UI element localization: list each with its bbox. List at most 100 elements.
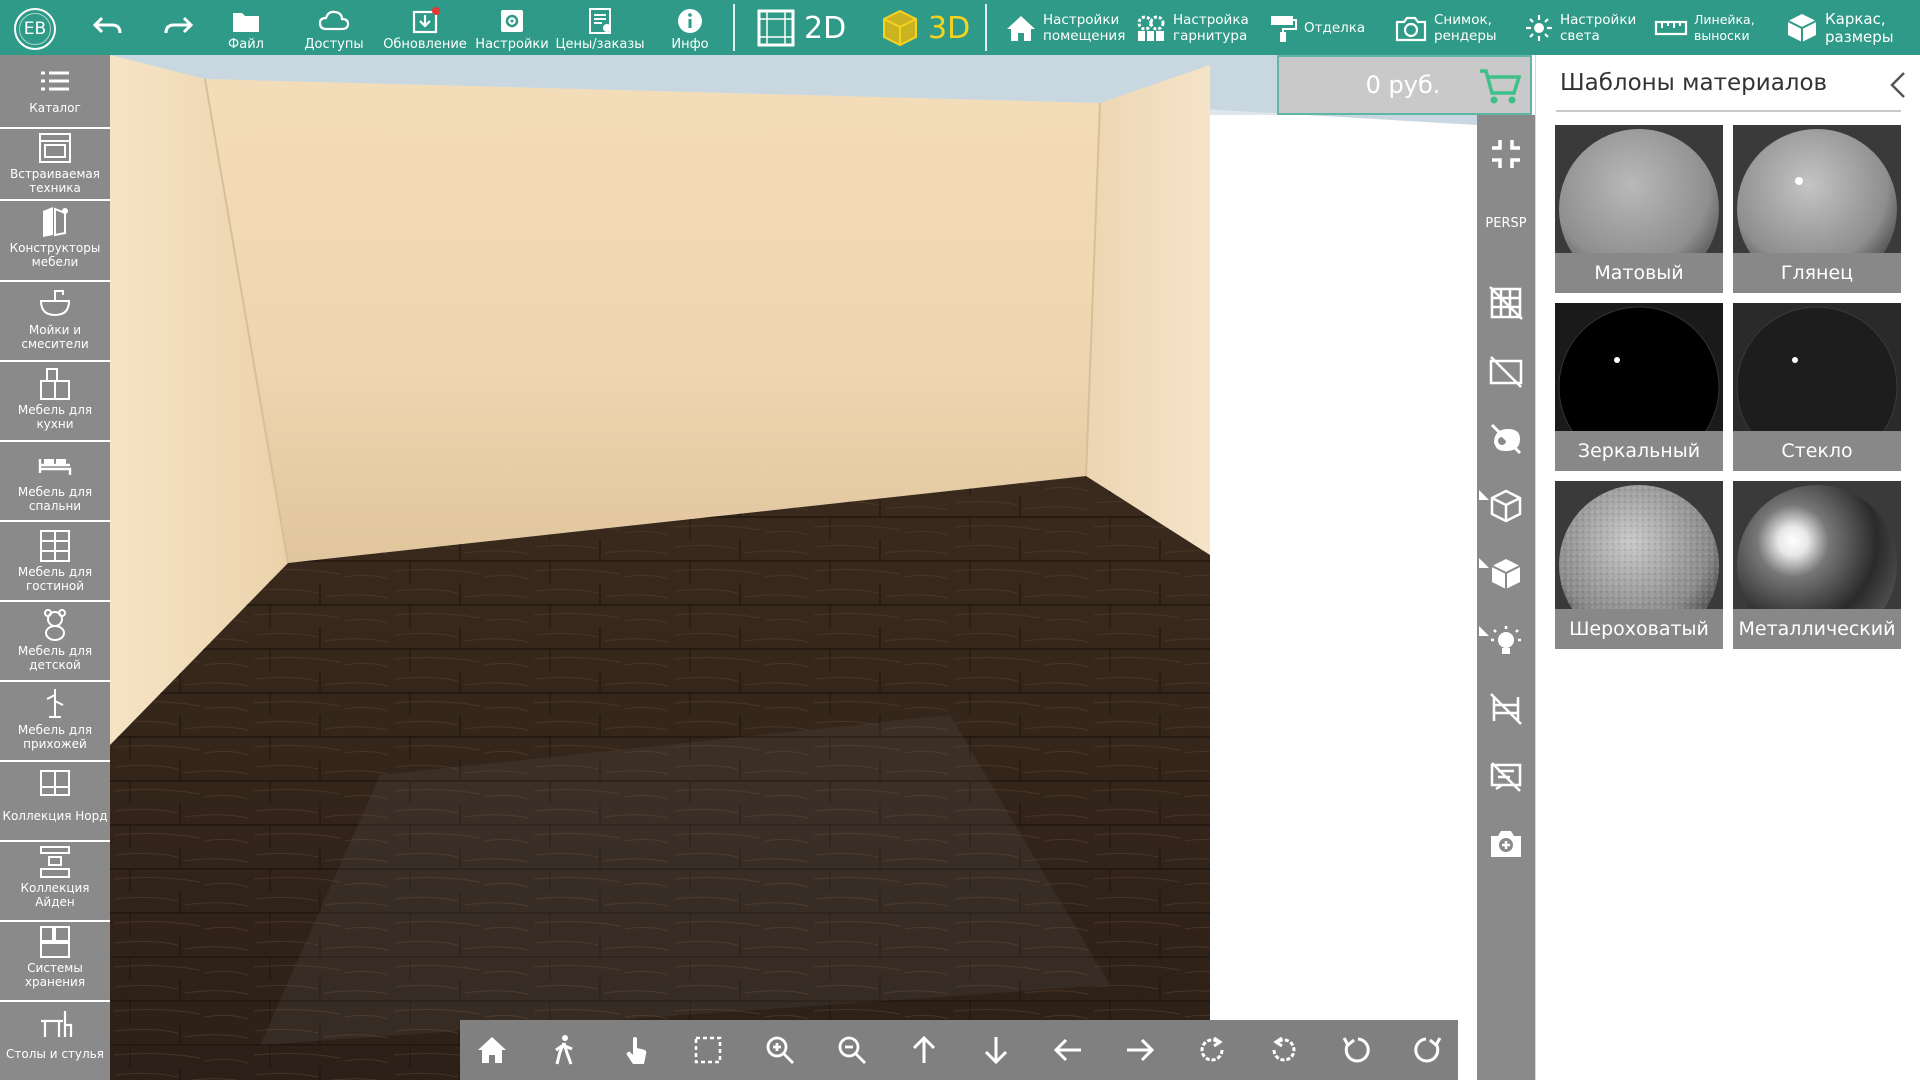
cloud-icon (318, 10, 350, 31)
redo-button[interactable] (158, 0, 198, 55)
snapshot-label-2: рендеры (1434, 27, 1497, 44)
zoom-in-button[interactable] (750, 1020, 810, 1080)
sidebar-item-constructors[interactable]: Конструкторы мебели (0, 205, 110, 269)
oven-icon (39, 133, 71, 163)
perspective-toggle[interactable]: PERSP (1477, 208, 1535, 238)
camera-icon (1395, 16, 1427, 41)
light-settings-label-2: света (1560, 27, 1600, 44)
arrow-left-icon (1053, 1038, 1081, 1062)
sidebar-item-storage[interactable]: Системы хранения (0, 925, 110, 989)
room-render (110, 55, 1477, 1080)
access-button[interactable]: Доступы (302, 0, 366, 55)
material-tile-mirror[interactable]: Зеркальный (1555, 303, 1723, 471)
user-avatar[interactable]: EB (14, 8, 56, 50)
tilt-right-button[interactable] (1398, 1020, 1458, 1080)
room-settings-label-2: помещения (1043, 27, 1126, 44)
finish-button[interactable]: Отделка (1268, 0, 1365, 55)
headset-settings-label-2: гарнитура (1173, 27, 1248, 44)
touch-mode-button[interactable] (606, 1020, 666, 1080)
light-settings-button[interactable]: Настройки света (1524, 0, 1636, 55)
material-tile-gloss[interactable]: Глянец (1733, 125, 1901, 293)
price-box[interactable]: 0 руб. (1277, 55, 1532, 115)
sidebar-item-label: Мебель для детской (17, 644, 93, 672)
settings-label: Настройки (475, 37, 549, 52)
price-value: 0 руб. (1365, 71, 1441, 99)
select-area-button[interactable] (678, 1020, 738, 1080)
settings-button[interactable]: Настройки (475, 0, 549, 55)
move-up-button[interactable] (894, 1020, 954, 1080)
sidebar-item-label: Мойки и смесители (21, 323, 89, 351)
info-button[interactable]: Инфо (666, 0, 714, 55)
info-icon (678, 9, 702, 33)
material-tile-metallic[interactable]: Металлический (1733, 481, 1901, 649)
sidebar-item-living-room[interactable]: Мебель для гостиной (0, 529, 110, 593)
sidebar-item-hallway[interactable]: Мебель для прихожей (0, 687, 110, 751)
sidebar-item-catalog[interactable]: Каталог (0, 65, 110, 115)
3d-viewport[interactable] (110, 55, 1477, 1080)
material-tile-matte[interactable]: Матовый (1555, 125, 1723, 293)
network-icon (40, 846, 70, 878)
prices-button[interactable]: Цены/заказы (555, 0, 645, 55)
mode-3d-button[interactable]: 3D (880, 7, 970, 49)
ruler-button[interactable]: Линейка, выноски (1654, 0, 1755, 55)
zoom-out-button[interactable] (822, 1020, 882, 1080)
box-solid-icon (1491, 559, 1521, 589)
ruler-label-1: Линейка, (1694, 11, 1755, 27)
chevron-left-icon[interactable] (1882, 65, 1912, 105)
settings-icon (501, 10, 523, 32)
collapse-view-button[interactable] (1477, 125, 1535, 183)
teddy-bear-icon (44, 609, 66, 641)
wireframe-box-button[interactable] (1477, 477, 1535, 535)
sidebar-item-nord[interactable]: Коллекция Норд (0, 767, 110, 823)
material-label: Шероховатый (1555, 609, 1723, 649)
walk-mode-button[interactable] (534, 1020, 594, 1080)
tilt-left-button[interactable] (1326, 1020, 1386, 1080)
update-button[interactable]: Обновление (383, 0, 467, 55)
mode-2d-button[interactable]: 2D (756, 7, 846, 49)
snapshot-button[interactable]: Снимок, рендеры (1394, 0, 1497, 55)
box-outline-icon (1490, 489, 1522, 523)
sidebar-item-tables[interactable]: Столы и стулья (0, 1007, 110, 1061)
move-right-button[interactable] (1110, 1020, 1170, 1080)
cabinet-icon (40, 770, 70, 796)
sidebar-item-appliances[interactable]: Встраиваемая техника (0, 131, 110, 195)
sidebar-item-sinks[interactable]: Мойки и смесители (0, 287, 110, 351)
sidebar-item-label: Каталог (29, 101, 81, 115)
headset-settings-button[interactable]: Настройка гарнитура (1135, 0, 1249, 55)
material-tile-rough[interactable]: Шероховатый (1555, 481, 1723, 649)
move-down-button[interactable] (966, 1020, 1026, 1080)
grid-off-icon (1489, 286, 1523, 320)
furniture-constructor-icon (43, 207, 68, 237)
cart-icon[interactable] (1478, 67, 1522, 107)
move-left-button[interactable] (1038, 1020, 1098, 1080)
home-icon (478, 1037, 506, 1063)
sidebar-item-aiden[interactable]: Коллекция Айден (0, 845, 110, 909)
lighting-button[interactable] (1477, 613, 1535, 671)
labels-off-icon (1490, 762, 1522, 792)
sidebar-item-bedroom[interactable]: Мебель для спальни (0, 449, 110, 513)
lightbulb-icon (1491, 626, 1521, 654)
material-label: Матовый (1555, 253, 1723, 293)
grid-toggle-button[interactable] (1477, 274, 1535, 332)
walls-toggle-button[interactable] (1477, 342, 1535, 400)
room-settings-button[interactable]: Настройки помещения (1005, 0, 1125, 55)
sidebar-item-kids[interactable]: Мебель для детской (0, 608, 110, 672)
file-button[interactable]: Файл (226, 0, 266, 55)
labels-toggle-button[interactable] (1477, 748, 1535, 806)
rotate-ccw-button[interactable] (1254, 1020, 1314, 1080)
frame-button[interactable]: Каркас, размеры (1785, 0, 1894, 55)
material-tile-glass[interactable]: Стекло (1733, 303, 1901, 471)
paint-roller-icon (1271, 15, 1297, 42)
textures-toggle-button[interactable] (1477, 410, 1535, 468)
shrink-icon (1492, 140, 1520, 168)
sidebar-item-kitchen[interactable]: Мебель для кухни (0, 367, 110, 431)
sidebar-divider (0, 440, 110, 442)
undo-button[interactable] (88, 0, 128, 55)
sidebar-item-label: Столы и стулья (6, 1047, 104, 1061)
rotate-cw-button[interactable] (1182, 1020, 1242, 1080)
home-view-button[interactable] (462, 1020, 522, 1080)
screenshot-button[interactable] (1477, 815, 1535, 873)
app-window: EB Файл Доступы Обновление Настройки Цен… (0, 0, 1920, 1080)
dimensions-toggle-button[interactable] (1477, 680, 1535, 738)
solid-box-button[interactable] (1477, 545, 1535, 603)
